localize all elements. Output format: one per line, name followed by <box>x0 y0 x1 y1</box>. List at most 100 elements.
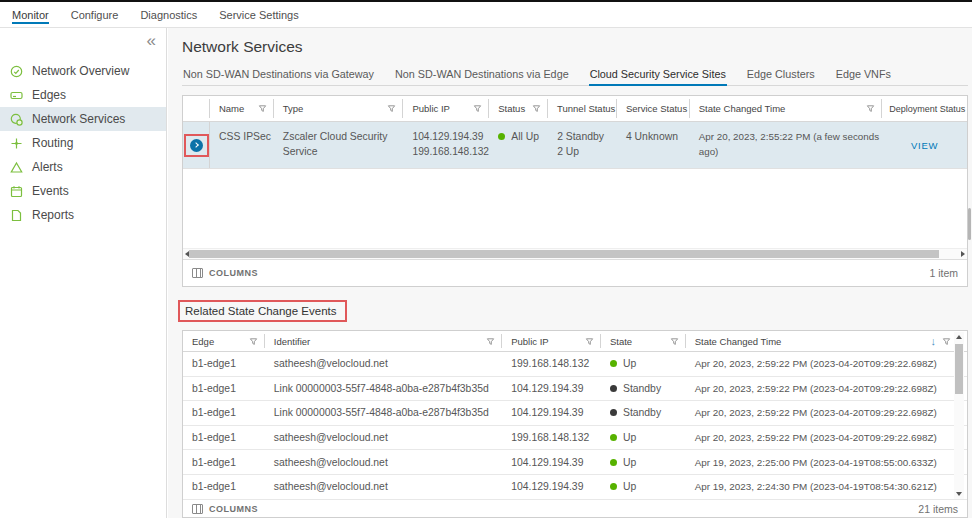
filter-icon[interactable] <box>670 337 679 346</box>
status-dot-green <box>498 133 505 140</box>
col-edge[interactable]: Edge <box>183 331 265 351</box>
col-identifier[interactable]: Identifier <box>265 331 502 351</box>
cell-time: Apr 20, 2023, 2:59:22 PM (2023-04-20T09:… <box>686 381 967 396</box>
nav-tab-service-settings[interactable]: Service Settings <box>219 2 298 27</box>
cell-time: Apr 20, 2023, 2:59:22 PM (2023-04-20T09:… <box>686 430 967 445</box>
cell-edge: b1-edge1 <box>183 405 265 420</box>
tab-edge-clusters[interactable]: Edge Clusters <box>746 62 816 86</box>
filter-icon[interactable] <box>532 104 541 113</box>
col-state-changed-time[interactable]: State Changed Time <box>690 96 882 121</box>
filter-icon[interactable] <box>942 337 951 346</box>
nav-tab-configure[interactable]: Configure <box>71 2 119 27</box>
col-state[interactable]: State <box>601 331 686 351</box>
nav-tab-diagnostics[interactable]: Diagnostics <box>140 2 197 27</box>
sidebar-item-events[interactable]: Events <box>0 179 166 203</box>
nav-tab-monitor[interactable]: Monitor <box>12 2 49 27</box>
event-row[interactable]: b1-edge1 satheesh@velocloud.net 199.168.… <box>183 352 967 377</box>
state-dot <box>610 434 617 441</box>
network-overview-icon <box>10 65 23 78</box>
state-dot <box>610 409 617 416</box>
scroll-up-arrow[interactable] <box>956 335 962 339</box>
sidebar-item-routing[interactable]: Routing <box>0 131 166 155</box>
table-empty-area <box>183 169 967 248</box>
event-row[interactable]: b1-edge1 satheesh@velocloud.net 104.129.… <box>183 475 967 500</box>
col-public-ip[interactable]: Public IP <box>502 331 601 351</box>
cell-tunnel-status: 2 Standby2 Up <box>548 122 617 168</box>
sidebar-item-network-overview[interactable]: Network Overview <box>0 59 166 83</box>
cell-identifier: satheesh@velocloud.net <box>265 455 502 470</box>
col-tunnel-status[interactable]: Tunnel Status <box>548 96 617 121</box>
view-link[interactable]: VIEW <box>911 138 938 153</box>
cell-time: Apr 20, 2023, 2:59:22 PM (2023-04-20T09:… <box>686 356 967 371</box>
sidebar-item-alerts[interactable]: Alerts <box>0 155 166 179</box>
expander-cell <box>183 122 210 168</box>
related-events-title: Related State Change Events <box>178 300 347 322</box>
columns-icon <box>192 268 203 278</box>
network-services-icon <box>10 113 23 126</box>
tab-nsd-via-edge[interactable]: Non SD-WAN Destinations via Edge <box>394 62 570 86</box>
events-icon <box>10 185 23 198</box>
col-status[interactable]: Status <box>489 96 548 121</box>
cell-edge: b1-edge1 <box>183 479 265 494</box>
alerts-icon <box>10 161 23 174</box>
columns-button[interactable]: COLUMNS <box>209 504 258 514</box>
secondary-tabs: Non SD-WAN Destinations via Gateway Non … <box>182 62 968 86</box>
event-row[interactable]: b1-edge1 Link 00000003-55f7-4848-a0ba-e2… <box>183 377 967 402</box>
col-state-changed-time[interactable]: State Changed Time↓ <box>686 331 967 351</box>
vertical-scrollbar[interactable] <box>954 332 964 499</box>
routing-icon <box>10 137 23 150</box>
sidebar-item-reports[interactable]: Reports <box>0 203 166 227</box>
filter-icon[interactable] <box>473 104 482 113</box>
scroll-right-arrow[interactable] <box>961 251 965 257</box>
events-table-header: Edge Identifier Public IP State State Ch… <box>183 331 967 352</box>
col-deployment-status[interactable]: Deployment Status↓ <box>882 96 967 121</box>
state-dot <box>610 483 617 490</box>
filter-icon[interactable] <box>585 337 594 346</box>
primary-nav: Monitor Configure Diagnostics Service Se… <box>0 2 972 28</box>
cell-deployment-status: VIEW <box>882 122 967 168</box>
horizontal-scrollbar[interactable] <box>183 248 967 259</box>
cell-time: Apr 20, 2023, 2:59:22 PM (2023-04-20T09:… <box>686 405 967 420</box>
tab-edge-vnfs[interactable]: Edge VNFs <box>835 62 892 86</box>
tab-cloud-security-service-sites[interactable]: Cloud Security Service Sites <box>589 62 727 86</box>
expand-row-button[interactable] <box>190 139 203 152</box>
events-table-footer: COLUMNS 21 items <box>183 500 967 518</box>
cell-identifier: satheesh@velocloud.net <box>265 430 502 445</box>
filter-icon[interactable] <box>387 104 396 113</box>
css-sites-table-header: Name Type Public IP Status Tunnel Status… <box>183 96 967 122</box>
cell-public-ip: 104.129.194.39 <box>502 455 601 470</box>
tab-nsd-via-gateway[interactable]: Non SD-WAN Destinations via Gateway <box>182 62 375 86</box>
scroll-thumb[interactable] <box>189 250 939 258</box>
event-row[interactable]: b1-edge1 Link 00000003-55f7-4848-a0ba-e2… <box>183 401 967 426</box>
cell-edge: b1-edge1 <box>183 381 265 396</box>
filter-icon[interactable] <box>486 337 495 346</box>
filter-icon[interactable] <box>249 337 258 346</box>
events-table-body: b1-edge1 satheesh@velocloud.net 199.168.… <box>183 352 967 500</box>
col-type[interactable]: Type <box>274 96 404 121</box>
cell-state: Up <box>601 479 686 494</box>
cell-edge: b1-edge1 <box>183 455 265 470</box>
sidebar-item-network-services[interactable]: Network Services <box>0 107 166 131</box>
reports-icon <box>10 209 23 222</box>
css-site-row[interactable]: CSS IPSec Zscaler Cloud Security Service… <box>183 122 967 169</box>
col-name[interactable]: Name <box>210 96 274 121</box>
sidebar-item-edges[interactable]: Edges <box>0 83 166 107</box>
col-service-status[interactable]: Service Status <box>617 96 690 121</box>
cell-public-ip: 104.129.194.39199.168.148.132 <box>404 122 490 168</box>
event-row[interactable]: b1-edge1 satheesh@velocloud.net 199.168.… <box>183 426 967 451</box>
scroll-down-arrow[interactable] <box>956 492 962 496</box>
scroll-thumb[interactable] <box>955 344 963 394</box>
filter-icon[interactable] <box>866 104 875 113</box>
sidebar-collapse-icon[interactable]: « <box>147 31 156 51</box>
sort-desc-icon[interactable]: ↓ <box>930 335 936 347</box>
col-public-ip[interactable]: Public IP <box>403 96 489 121</box>
state-dot <box>610 459 617 466</box>
page-scrollbar-thumb[interactable] <box>968 208 971 240</box>
filter-icon[interactable] <box>258 104 267 113</box>
event-row[interactable]: b1-edge1 satheesh@velocloud.net 104.129.… <box>183 450 967 475</box>
cell-identifier: satheesh@velocloud.net <box>265 356 502 371</box>
columns-button[interactable]: COLUMNS <box>209 268 258 278</box>
cell-service-status: 4 Unknown <box>617 122 690 168</box>
sidebar: « Network Overview Edges Network Service… <box>0 28 167 518</box>
events-table: Edge Identifier Public IP State State Ch… <box>182 330 968 518</box>
